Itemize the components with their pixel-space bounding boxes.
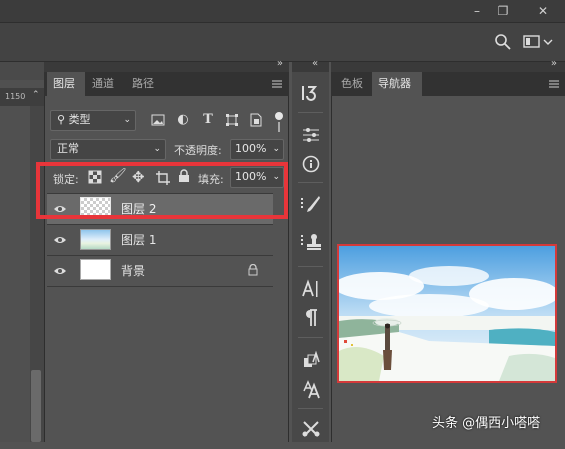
restore-icon[interactable]: ❐ [486, 0, 520, 22]
navigator-panel-tabs: 色板 导航器 [331, 72, 565, 96]
filter-kind-label: 类型 [68, 113, 91, 126]
smart-object-filter-icon[interactable] [246, 110, 266, 130]
eye-icon[interactable] [53, 265, 67, 279]
adjustment-filter-icon[interactable]: ◐ [173, 110, 193, 130]
navigator-preview[interactable] [337, 244, 557, 383]
tab-layers[interactable]: 图层 [47, 72, 85, 96]
lock-icon [248, 263, 258, 279]
scrollbar-thumb[interactable] [31, 370, 41, 442]
layer-thumbnail [80, 229, 111, 250]
options-bar [0, 22, 565, 62]
panel-menu-icon[interactable] [547, 78, 561, 90]
brush-settings-icon[interactable] [292, 190, 329, 220]
clone-source-icon[interactable] [292, 227, 329, 257]
tool-presets-icon[interactable] [292, 414, 329, 444]
close-icon[interactable]: ✕ [526, 0, 560, 22]
tab-swatches[interactable]: 色板 [335, 72, 371, 96]
tool-divider [298, 408, 323, 409]
panel-collapse-bar[interactable]: » [44, 58, 289, 72]
collapse-icon[interactable]: « [312, 58, 318, 69]
opacity-value: 100% [235, 142, 267, 155]
search-icon[interactable] [494, 33, 512, 51]
shape-filter-icon[interactable] [222, 110, 242, 130]
filter-toggle[interactable] [275, 112, 283, 120]
tool-divider [298, 337, 323, 338]
filter-kind-dropdown[interactable]: ⚲ 类型 ⌄ [50, 110, 136, 131]
canvas-header [0, 62, 44, 80]
dock-collapse-bar[interactable]: « [292, 58, 329, 72]
workspace-icon[interactable] [523, 34, 553, 50]
layer-name[interactable]: 图层 1 [121, 225, 156, 255]
tool-divider [298, 112, 323, 113]
collapse-icon[interactable]: » [551, 58, 557, 69]
paragraph-styles-icon[interactable] [292, 374, 329, 404]
layer-row-background[interactable]: 背景 [47, 256, 273, 286]
tool-divider [298, 182, 323, 183]
layer-name[interactable]: 背景 [121, 256, 145, 286]
watermark: 头条 @偶西小嗒嗒 [432, 416, 541, 431]
chevron-down-icon: ⌄ [123, 115, 131, 125]
chevron-down-icon: ⌄ [153, 144, 161, 154]
chevron-down-icon: ⌄ [272, 144, 280, 154]
adjustments-icon[interactable] [292, 120, 329, 150]
history-icon[interactable] [292, 78, 329, 108]
filter-toggle-stem [278, 122, 280, 132]
opacity-field[interactable]: 100% ⌄ [230, 139, 284, 160]
tab-navigator[interactable]: 导航器 [372, 72, 422, 96]
paragraph-icon[interactable] [292, 303, 329, 333]
tab-channels[interactable]: 通道 [86, 72, 124, 96]
opacity-label: 不透明度: [174, 144, 222, 157]
layer-thumbnail [80, 259, 111, 280]
character-icon[interactable] [292, 274, 329, 304]
chevron-up-icon[interactable]: ⌃ [32, 90, 40, 100]
tab-paths[interactable]: 路径 [126, 72, 164, 96]
horizontal-ruler: 1150 ⌃ [0, 88, 44, 106]
divider [47, 286, 273, 287]
character-styles-icon[interactable] [292, 345, 329, 375]
panel-menu-icon[interactable] [270, 78, 284, 90]
type-filter-icon[interactable]: T [198, 110, 218, 130]
tool-divider [298, 266, 323, 267]
blend-mode-dropdown[interactable]: 正常 ⌄ [50, 139, 166, 160]
collapse-icon[interactable]: » [277, 58, 283, 69]
search-icon: ⚲ [57, 113, 66, 126]
eye-icon[interactable] [53, 234, 67, 248]
highlight-box [36, 162, 288, 219]
layer-row-1[interactable]: 图层 1 [47, 225, 273, 255]
panel-collapse-bar[interactable]: » [331, 58, 565, 72]
ruler-label: 1150 [5, 92, 26, 101]
layers-panel-tabs: 图层 通道 路径 [44, 72, 289, 96]
preview-image [339, 246, 555, 381]
image-filter-icon[interactable] [148, 110, 168, 130]
blend-mode-label: 正常 [57, 142, 79, 155]
info-icon[interactable] [292, 149, 329, 179]
